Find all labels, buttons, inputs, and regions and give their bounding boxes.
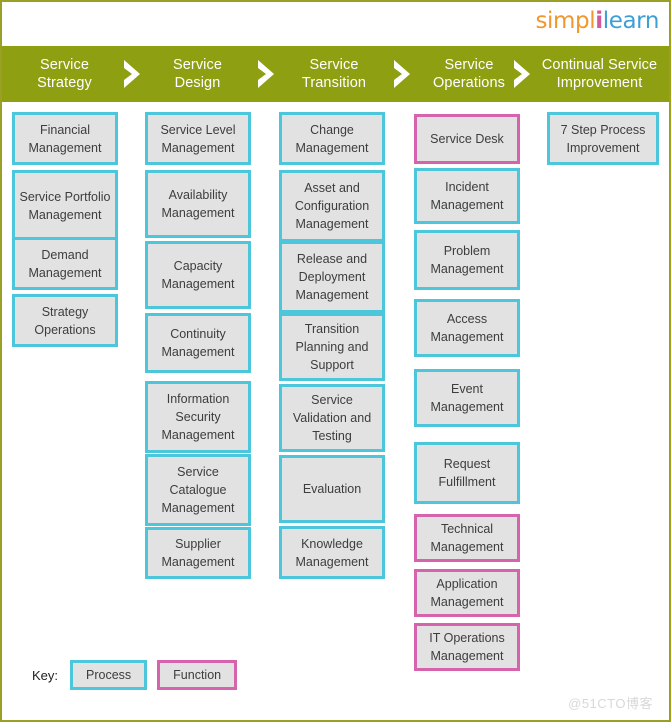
chevron-4-icon <box>512 59 538 89</box>
lifecycle-band: Service Strategy Service Design Service Trans… <box>2 46 669 102</box>
logo-text-i: i <box>595 8 603 34</box>
process-box[interactable]: Continuity Management <box>145 313 251 373</box>
process-box[interactable]: Release and Deployment Management <box>279 241 385 313</box>
chevron-2-icon <box>256 59 282 89</box>
process-box[interactable]: Transition Planning and Support <box>279 313 385 381</box>
process-box-label: Incident Management <box>430 180 504 212</box>
lifecycle-stage-label: Service <box>444 57 494 73</box>
key-legend: Key: Process Function <box>32 660 238 690</box>
watermark: @51CTO博客 <box>568 696 653 711</box>
function-box[interactable]: Technical Management <box>414 514 520 562</box>
function-box[interactable]: Application Management <box>414 569 520 617</box>
process-box-label: Financial Management <box>28 122 102 155</box>
process-box-label: Knowledge Management <box>295 536 369 569</box>
process-box[interactable]: Incident Management <box>414 168 520 224</box>
process-box-label: Demand Management <box>28 247 102 280</box>
simplilearn-logo: simplilearn <box>535 7 659 35</box>
lifecycle-stage-label: Service <box>309 57 359 73</box>
lifecycle-stage-label: Transition <box>301 75 367 91</box>
process-box-label: Capacity Management <box>161 259 235 291</box>
process-box-label: Access Management <box>430 312 504 344</box>
process-box-label: Evaluation <box>302 482 362 496</box>
process-box[interactable]: Strategy Operations <box>12 294 118 347</box>
lifecycle-stage-1[interactable]: Service Strategy <box>12 46 117 102</box>
process-box-label: Service Validation and Testing <box>292 393 372 443</box>
function-box-label: IT Operations Management <box>429 631 505 663</box>
key-function-swatch: Function <box>157 660 238 690</box>
process-box-label: Availability Management <box>161 188 235 220</box>
lifecycle-band-inner: Service Strategy Service Design Service Trans… <box>2 46 669 102</box>
process-box-label: Event Management <box>430 382 504 414</box>
process-box[interactable]: Evaluation <box>279 455 385 523</box>
lifecycle-stage-3[interactable]: Service Transition <box>279 46 389 102</box>
process-box[interactable]: Service Portfolio Management <box>12 170 118 242</box>
chevron-1-icon <box>122 59 148 89</box>
process-box-label: Service Level Management <box>160 122 236 155</box>
process-box[interactable]: Access Management <box>414 299 520 357</box>
lifecycle-stage-label: Service <box>172 57 223 73</box>
function-box[interactable]: IT Operations Management <box>414 623 520 671</box>
chevron-3-icon <box>392 59 418 89</box>
process-box[interactable]: Request Fulfillment <box>414 442 520 504</box>
process-box[interactable]: Demand Management <box>12 237 118 290</box>
process-box-label: Change Management <box>295 122 369 155</box>
process-box[interactable]: Service Level Management <box>145 112 251 165</box>
logo-text-simpl: simpl <box>535 8 596 34</box>
process-box[interactable]: Problem Management <box>414 230 520 290</box>
process-box[interactable]: Asset and Configuration Management <box>279 170 385 242</box>
process-box-label: 7 Step Process Improvement <box>560 122 646 155</box>
process-box[interactable]: Event Management <box>414 369 520 427</box>
process-box[interactable]: Service Catalogue Management <box>145 454 251 526</box>
process-box-label: Continuity Management <box>161 327 235 359</box>
process-box-label: Service Catalogue Management <box>161 465 235 515</box>
process-box[interactable]: Availability Management <box>145 170 251 238</box>
process-box-label: Transition Planning and Support <box>295 322 369 372</box>
process-box[interactable]: Service Validation and Testing <box>279 384 385 452</box>
itil-lifecycle-diagram: simplilearn Service Strategy Service Design… <box>0 0 671 722</box>
key-process-swatch: Process <box>70 660 148 690</box>
process-box-label: Problem Management <box>430 244 504 276</box>
lifecycle-stage-2[interactable]: Service Design <box>145 46 250 102</box>
process-box-label: Supplier Management <box>161 537 235 569</box>
key-label: Key: <box>32 667 59 683</box>
function-box-label: Application Management <box>430 577 504 609</box>
function-box[interactable]: Service Desk <box>414 114 520 164</box>
lifecycle-stage-label: Design <box>174 75 221 91</box>
function-box-label: Service Desk <box>430 132 504 146</box>
lifecycle-stage-5[interactable]: Continual Service Improvement <box>532 46 667 102</box>
process-box[interactable]: Supplier Management <box>145 527 251 579</box>
process-box-label: Service Portfolio Management <box>19 190 111 222</box>
process-box-label: Request Fulfillment <box>438 457 496 489</box>
logo-text-learn: learn <box>602 8 660 34</box>
process-box-label: Strategy Operations <box>34 304 96 337</box>
process-box[interactable]: Capacity Management <box>145 241 251 309</box>
lifecycle-stage-label: Service <box>39 57 90 73</box>
process-box-label: Information Security Management <box>161 392 235 442</box>
process-box[interactable]: 7 Step Process Improvement <box>547 112 659 165</box>
process-box[interactable]: Information Security Management <box>145 381 251 453</box>
process-box[interactable]: Financial Management <box>12 112 118 165</box>
function-box-label: Technical Management <box>430 522 504 554</box>
lifecycle-columns: Financial Management Service Portfolio Ma… <box>2 102 669 720</box>
process-box-label: Release and Deployment Management <box>295 252 369 302</box>
logo-bar: simplilearn <box>2 2 669 44</box>
process-box[interactable]: Change Management <box>279 112 385 165</box>
process-box[interactable]: Knowledge Management <box>279 526 385 579</box>
lifecycle-stage-label: Strategy <box>37 75 92 91</box>
lifecycle-stage-label: Operations <box>433 75 505 91</box>
lifecycle-stage-4[interactable]: Service Operations <box>414 46 524 102</box>
process-box-label: Asset and Configuration Management <box>294 181 370 231</box>
lifecycle-stage-label: Continual Service <box>541 57 658 73</box>
lifecycle-stage-label: Improvement <box>556 75 643 91</box>
